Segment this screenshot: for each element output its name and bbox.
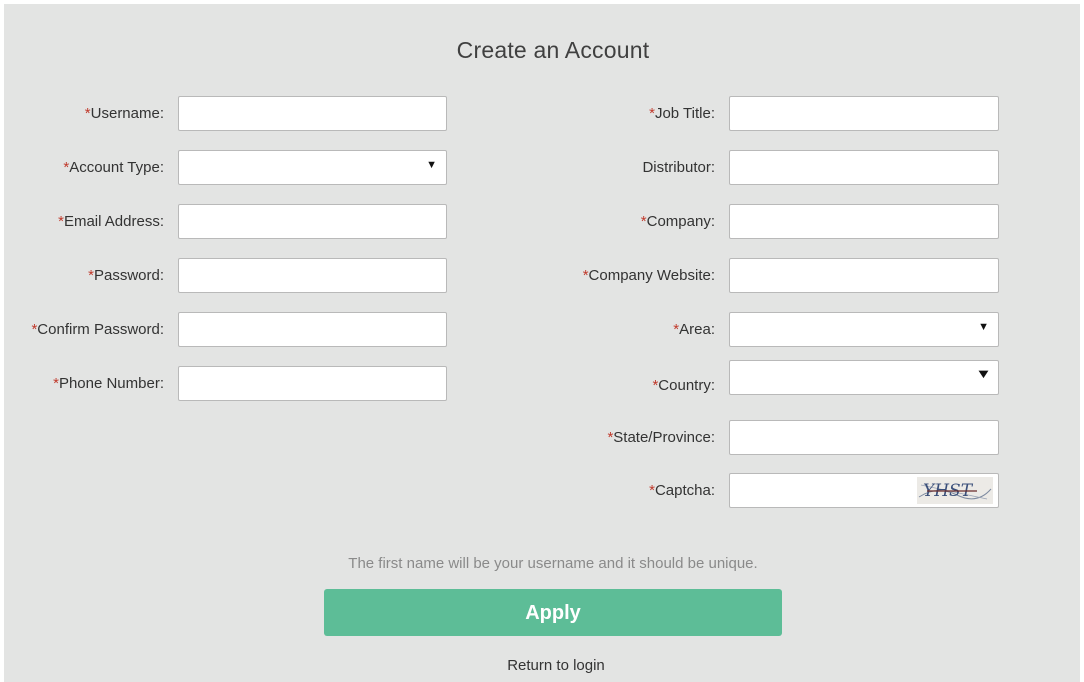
phone-label: *Phone Number:: [53, 375, 164, 392]
company-website-input[interactable]: [730, 259, 998, 292]
captcha-label: *Captcha:: [649, 482, 715, 499]
job-title-field[interactable]: [729, 96, 999, 131]
chevron-down-icon: ▼: [978, 321, 989, 333]
email-field[interactable]: [178, 204, 447, 239]
captcha-input[interactable]: [730, 474, 910, 507]
company-label: *Company:: [640, 213, 715, 230]
account-type-label: *Account Type:: [63, 159, 164, 176]
email-input[interactable]: [179, 205, 446, 238]
username-field[interactable]: [178, 96, 447, 131]
state-label: *State/Province:: [607, 429, 715, 446]
form-panel: Create an Account *Username: *Account Ty…: [4, 4, 1080, 682]
state-field[interactable]: [729, 420, 999, 455]
company-website-label: *Company Website:: [582, 267, 715, 284]
return-to-login-link[interactable]: Return to login: [4, 657, 1084, 674]
chevron-down-icon: ▼: [975, 366, 992, 381]
captcha-image[interactable]: YHST: [917, 477, 993, 504]
password-field[interactable]: [178, 258, 447, 293]
confirm-password-field[interactable]: [178, 312, 447, 347]
email-label: *Email Address:: [58, 213, 164, 230]
distributor-field[interactable]: [729, 150, 999, 185]
state-input[interactable]: [730, 421, 998, 454]
confirm-password-label: *Confirm Password:: [31, 321, 164, 338]
username-hint: The first name will be your username and…: [348, 555, 758, 572]
apply-button[interactable]: Apply: [324, 589, 782, 636]
distributor-label: Distributor:: [642, 159, 715, 176]
phone-input[interactable]: [179, 367, 446, 400]
username-label: *Username:: [84, 105, 164, 122]
job-title-input[interactable]: [730, 97, 998, 130]
page-title: Create an Account: [456, 37, 650, 63]
password-label: *Password:: [88, 267, 164, 284]
company-website-field[interactable]: [729, 258, 999, 293]
password-input[interactable]: [179, 259, 446, 292]
phone-field[interactable]: [178, 366, 447, 401]
captcha-field[interactable]: YHST: [729, 473, 999, 508]
confirm-password-input[interactable]: [179, 313, 446, 346]
distributor-input[interactable]: [730, 151, 998, 184]
company-field[interactable]: [729, 204, 999, 239]
area-select[interactable]: ▼: [729, 312, 999, 347]
company-input[interactable]: [730, 205, 998, 238]
account-type-select[interactable]: ▼: [178, 150, 447, 185]
area-label: *Area:: [673, 321, 715, 338]
job-title-label: *Job Title:: [649, 105, 715, 122]
chevron-down-icon: ▼: [426, 159, 437, 171]
country-label: *Country:: [652, 377, 715, 394]
username-input[interactable]: [179, 97, 446, 130]
country-select[interactable]: ▼: [729, 360, 999, 395]
